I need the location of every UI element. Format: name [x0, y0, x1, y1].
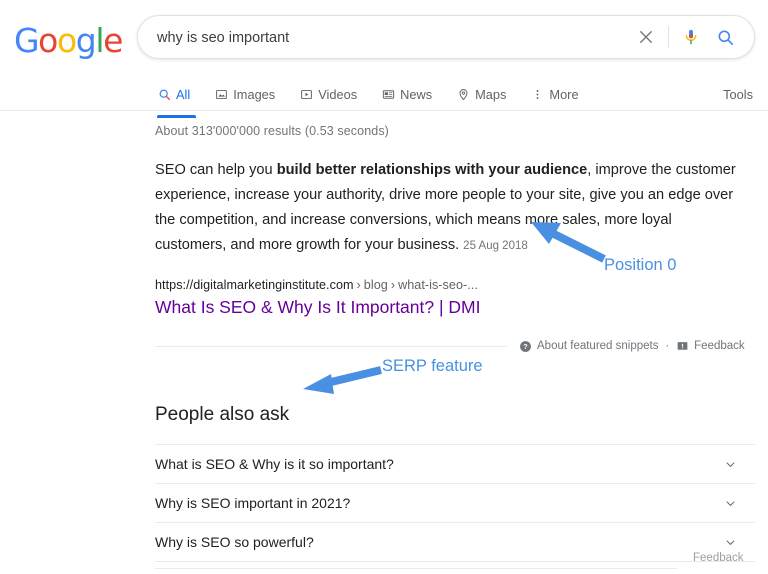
search-nav-tabs: All Images Videos News Maps More [151, 79, 591, 118]
snippet-text-before: SEO can help you [155, 162, 277, 178]
tab-all-label: All [176, 86, 191, 102]
google-logo[interactable]: Google [14, 21, 123, 60]
paa-question-2-label: Why is SEO important in 2021? [155, 495, 351, 511]
tools-label: Tools [723, 86, 753, 102]
tab-images[interactable]: Images [202, 79, 287, 109]
snippet-feedback-label: Feedback [694, 340, 745, 352]
snippet-url-domain: https://digitalmarketinginstitute.com [155, 278, 354, 292]
snippet-text-bold: build better relationships with your aud… [276, 162, 588, 178]
search-header: Google why is seo important All Images V… [0, 0, 768, 118]
paa-feedback-link[interactable]: Feedback [693, 552, 744, 564]
people-also-ask-heading: People also ask [155, 404, 290, 425]
tab-news-label: News [400, 86, 433, 102]
snippet-url-breadcrumb[interactable]: https://digitalmarketinginstitute.com › bl… [155, 278, 743, 292]
chevron-down-icon[interactable] [721, 494, 739, 512]
logo-letter-o2: o [56, 21, 77, 60]
logo-letter-e: e [103, 21, 123, 60]
tab-maps-label: Maps [475, 86, 507, 102]
tab-maps[interactable]: Maps [444, 79, 518, 109]
microphone-icon [685, 29, 697, 45]
result-stats: About 313'000'000 results (0.53 seconds) [155, 124, 389, 138]
tools-button[interactable]: Tools [723, 79, 753, 109]
logo-letter-g2: g [75, 21, 97, 60]
about-featured-snippets-label: About featured snippets [537, 340, 659, 352]
tab-videos-label: Videos [318, 86, 358, 102]
people-also-ask-list: What is SEO & Why is it so important? Wh… [155, 444, 755, 562]
snippet-date: 25 Aug 2018 [463, 240, 528, 252]
tab-news[interactable]: News [369, 79, 444, 109]
paa-question-1-label: What is SEO & Why is it so important? [155, 456, 394, 472]
close-icon [640, 31, 652, 43]
paa-question-3[interactable]: Why is SEO so powerful? [155, 523, 755, 562]
search-submit-button[interactable] [708, 16, 742, 58]
search-input[interactable] [155, 16, 629, 60]
paa-question-1[interactable]: What is SEO & Why is it so important? [155, 445, 755, 484]
footer-divider-rule [155, 345, 507, 347]
logo-letter-g: G [14, 21, 40, 60]
links-separator-dot: · [665, 340, 670, 352]
featured-snippet-footer: ? About featured snippets · Feedback [155, 336, 745, 356]
clear-search-button[interactable] [629, 16, 663, 58]
tab-more[interactable]: More [518, 79, 590, 109]
featured-snippet-text: SEO can help you build better relationsh… [155, 158, 743, 259]
search-box[interactable] [137, 15, 755, 60]
snippet-url-crumb-1: blog [363, 278, 388, 292]
tab-all[interactable]: All [151, 79, 202, 118]
search-box-divider [668, 26, 669, 48]
snippet-feedback-link[interactable]: Feedback [676, 340, 745, 353]
feedback-flag-icon [677, 341, 688, 350]
chevron-down-icon[interactable] [721, 533, 739, 551]
people-also-ask-block: People also ask What is SEO & Why is it … [155, 403, 755, 574]
snippet-result-title-link[interactable]: What Is SEO & Why Is It Important? | DMI [155, 295, 743, 319]
voice-search-button[interactable] [674, 16, 708, 58]
svg-text:?: ? [523, 341, 528, 350]
search-results-column: About 313'000'000 results (0.53 seconds)… [155, 111, 755, 574]
logo-letter-o1: o [38, 21, 58, 60]
video-icon [299, 87, 313, 101]
featured-snippet: SEO can help you build better relationsh… [155, 158, 745, 356]
breadcrumb-separator-1: › [356, 278, 361, 292]
more-vertical-icon [530, 87, 544, 101]
help-circle-icon: ? [520, 340, 531, 352]
search-icon [718, 30, 733, 45]
chevron-down-icon[interactable] [721, 455, 739, 473]
snippet-url-crumb-2: what-is-seo-... [398, 278, 478, 292]
tab-more-label: More [549, 86, 579, 102]
tab-images-label: Images [233, 86, 276, 102]
tab-videos[interactable]: Videos [287, 79, 369, 109]
about-featured-snippets-link[interactable]: ? About featured snippets [519, 340, 658, 353]
news-icon [381, 87, 395, 101]
search-icon [157, 87, 171, 101]
featured-snippet-links: ? About featured snippets · Feedback [519, 340, 745, 353]
logo-letter-l: l [95, 21, 104, 60]
paa-question-2[interactable]: Why is SEO important in 2021? [155, 484, 755, 523]
image-icon [214, 87, 228, 101]
people-also-ask-footer: Feedback [155, 552, 755, 574]
map-pin-icon [456, 87, 470, 101]
paa-footer-rule [155, 567, 677, 569]
search-box-actions [629, 16, 742, 58]
paa-question-3-label: Why is SEO so powerful? [155, 534, 314, 550]
breadcrumb-separator-2: › [390, 278, 396, 292]
